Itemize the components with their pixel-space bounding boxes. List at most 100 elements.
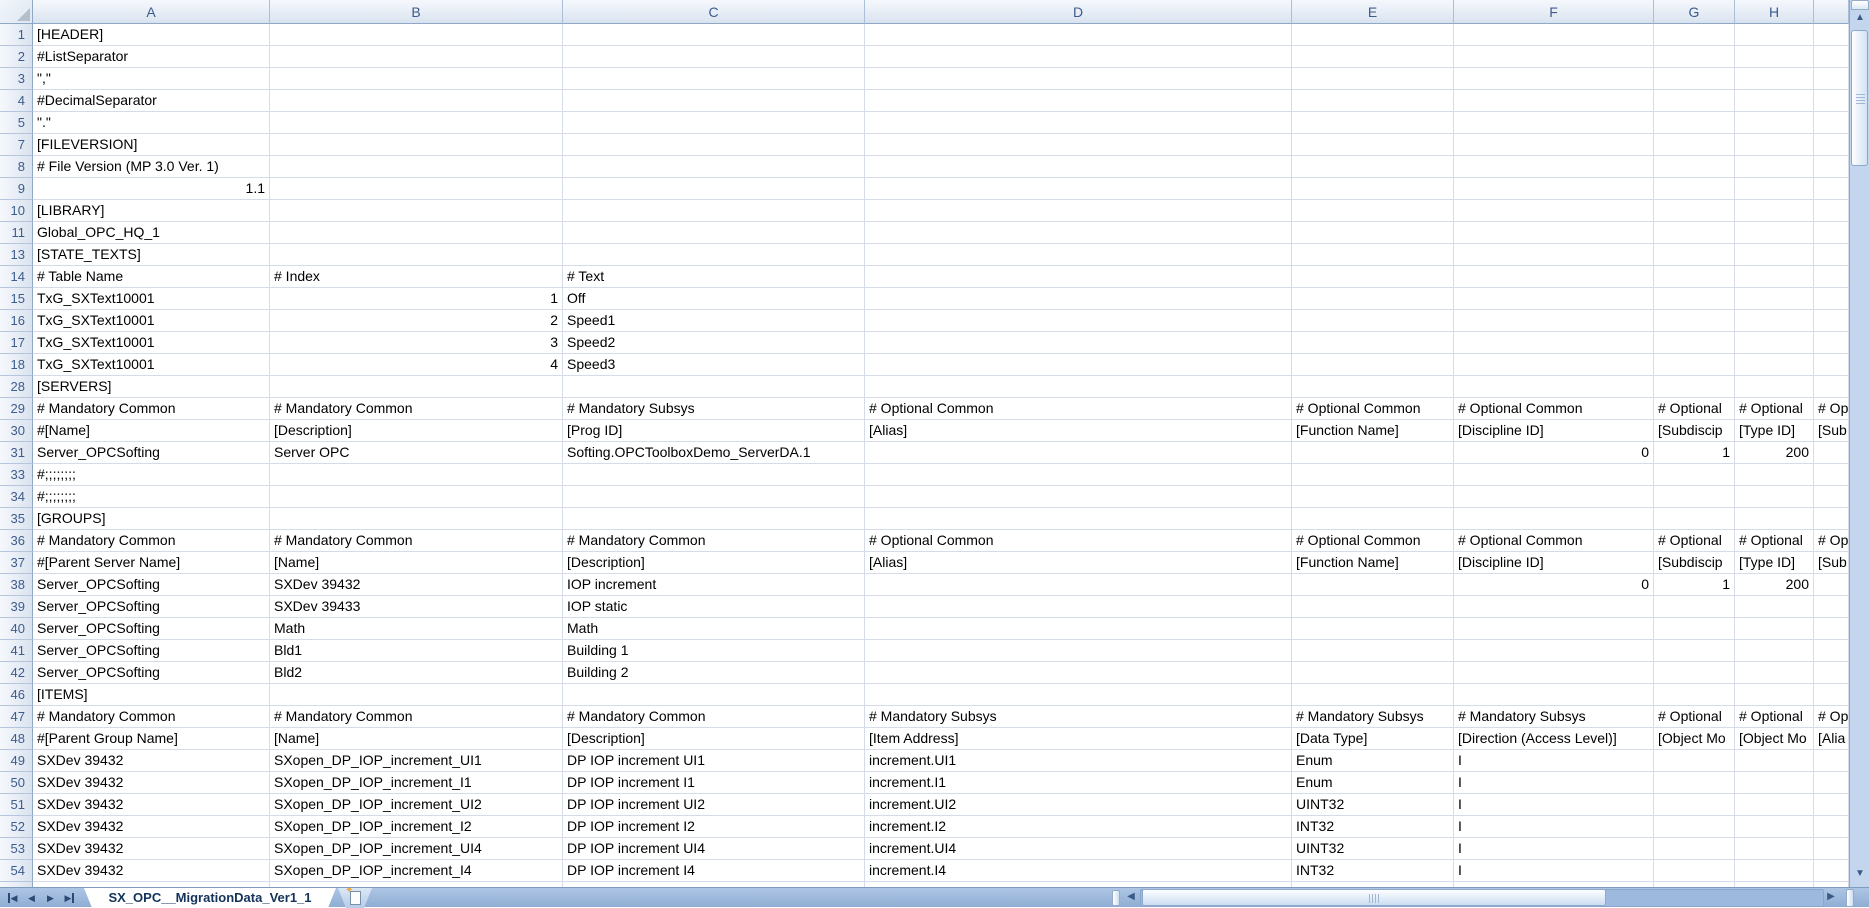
- column-header-C[interactable]: C: [563, 0, 865, 24]
- cell-I1[interactable]: [1814, 24, 1849, 46]
- cell-C49[interactable]: DP IOP increment UI1: [563, 750, 865, 772]
- cell-H17[interactable]: [1735, 332, 1814, 354]
- cell-B38[interactable]: SXDev 39432: [270, 574, 563, 596]
- cell-I31[interactable]: [1814, 442, 1849, 464]
- cell-F48[interactable]: [Direction (Access Level)]: [1454, 728, 1654, 750]
- cell-I33[interactable]: [1814, 464, 1849, 486]
- cell-H7[interactable]: [1735, 134, 1814, 156]
- cell-C36[interactable]: # Mandatory Common: [563, 530, 865, 552]
- row-header-52[interactable]: 52: [0, 816, 33, 838]
- cell-E1[interactable]: [1292, 24, 1454, 46]
- column-header-H[interactable]: H: [1735, 0, 1814, 24]
- cell-F10[interactable]: [1454, 200, 1654, 222]
- row-header-47[interactable]: 47: [0, 706, 33, 728]
- cell-D54[interactable]: increment.I4: [865, 860, 1292, 882]
- cell-H13[interactable]: [1735, 244, 1814, 266]
- cell-C14[interactable]: # Text: [563, 266, 865, 288]
- cell-F38[interactable]: 0: [1454, 574, 1654, 596]
- cell-G51[interactable]: [1654, 794, 1735, 816]
- cell-B7[interactable]: [270, 134, 563, 156]
- cell-A54[interactable]: SXDev 39432: [33, 860, 270, 882]
- cell-D53[interactable]: increment.UI4: [865, 838, 1292, 860]
- cell-D31[interactable]: [865, 442, 1292, 464]
- last-sheet-button[interactable]: ▶: [61, 890, 78, 906]
- cell-H8[interactable]: [1735, 156, 1814, 178]
- cell-D33[interactable]: [865, 464, 1292, 486]
- cell-C5[interactable]: [563, 112, 865, 134]
- cell-C29[interactable]: # Mandatory Subsys: [563, 398, 865, 420]
- cell-E53[interactable]: UINT32: [1292, 838, 1454, 860]
- cell-D14[interactable]: [865, 266, 1292, 288]
- cell-A49[interactable]: SXDev 39432: [33, 750, 270, 772]
- cell-G18[interactable]: [1654, 354, 1735, 376]
- cell-E42[interactable]: [1292, 662, 1454, 684]
- cell-B50[interactable]: SXopen_DP_IOP_increment_I1: [270, 772, 563, 794]
- cell-G10[interactable]: [1654, 200, 1735, 222]
- cell-E8[interactable]: [1292, 156, 1454, 178]
- cell-I35[interactable]: [1814, 508, 1849, 530]
- cell-E4[interactable]: [1292, 90, 1454, 112]
- cell-A53[interactable]: SXDev 39432: [33, 838, 270, 860]
- cell-A9[interactable]: 1.1: [33, 178, 270, 200]
- cell-B18[interactable]: 4: [270, 354, 563, 376]
- scrollbar-resize-grip[interactable]: [1846, 889, 1854, 907]
- cell-A2[interactable]: #ListSeparator: [33, 46, 270, 68]
- cell-G47[interactable]: # Optional: [1654, 706, 1735, 728]
- cell-H35[interactable]: [1735, 508, 1814, 530]
- cell-A46[interactable]: [ITEMS]: [33, 684, 270, 706]
- cell-G46[interactable]: [1654, 684, 1735, 706]
- cell-F40[interactable]: [1454, 618, 1654, 640]
- cell-E10[interactable]: [1292, 200, 1454, 222]
- cell-H33[interactable]: [1735, 464, 1814, 486]
- row-header-11[interactable]: 11: [0, 222, 33, 244]
- row-header-38[interactable]: 38: [0, 574, 33, 596]
- cell-C37[interactable]: [Description]: [563, 552, 865, 574]
- cell-G14[interactable]: [1654, 266, 1735, 288]
- cell-B34[interactable]: [270, 486, 563, 508]
- cell-I11[interactable]: [1814, 222, 1849, 244]
- cell-C18[interactable]: Speed3: [563, 354, 865, 376]
- cell-D35[interactable]: [865, 508, 1292, 530]
- cell-H30[interactable]: [Type ID]: [1735, 420, 1814, 442]
- cell-G50[interactable]: [1654, 772, 1735, 794]
- cell-C47[interactable]: # Mandatory Common: [563, 706, 865, 728]
- cell-I13[interactable]: [1814, 244, 1849, 266]
- cell-B10[interactable]: [270, 200, 563, 222]
- cell-E17[interactable]: [1292, 332, 1454, 354]
- cell-H4[interactable]: [1735, 90, 1814, 112]
- row-header-14[interactable]: 14: [0, 266, 33, 288]
- row-header-33[interactable]: 33: [0, 464, 33, 486]
- cell-C17[interactable]: Speed2: [563, 332, 865, 354]
- column-header-F[interactable]: F: [1454, 0, 1654, 24]
- cell-C7[interactable]: [563, 134, 865, 156]
- cell-H1[interactable]: [1735, 24, 1814, 46]
- cell-I39[interactable]: [1814, 596, 1849, 618]
- row-header-39[interactable]: 39: [0, 596, 33, 618]
- cell-G48[interactable]: [Object Mo: [1654, 728, 1735, 750]
- cell-D40[interactable]: [865, 618, 1292, 640]
- cell-E38[interactable]: [1292, 574, 1454, 596]
- cell-A16[interactable]: TxG_SXText10001: [33, 310, 270, 332]
- column-header-E[interactable]: E: [1292, 0, 1454, 24]
- cell-E40[interactable]: [1292, 618, 1454, 640]
- cell-G54[interactable]: [1654, 860, 1735, 882]
- cell-H36[interactable]: # Optional: [1735, 530, 1814, 552]
- cell-D39[interactable]: [865, 596, 1292, 618]
- cell-G42[interactable]: [1654, 662, 1735, 684]
- cell-G40[interactable]: [1654, 618, 1735, 640]
- cell-G34[interactable]: [1654, 486, 1735, 508]
- cell-B52[interactable]: SXopen_DP_IOP_increment_I2: [270, 816, 563, 838]
- column-header-G[interactable]: G: [1654, 0, 1735, 24]
- cell-A30[interactable]: #[Name]: [33, 420, 270, 442]
- cell-F36[interactable]: # Optional Common: [1454, 530, 1654, 552]
- cell-E34[interactable]: [1292, 486, 1454, 508]
- cell-H48[interactable]: [Object Mo: [1735, 728, 1814, 750]
- row-header-5[interactable]: 5: [0, 112, 33, 134]
- cell-B39[interactable]: SXDev 39433: [270, 596, 563, 618]
- cell-D52[interactable]: increment.I2: [865, 816, 1292, 838]
- cell-E37[interactable]: [Function Name]: [1292, 552, 1454, 574]
- row-header-49[interactable]: 49: [0, 750, 33, 772]
- cell-F35[interactable]: [1454, 508, 1654, 530]
- cell-A31[interactable]: Server_OPCSofting: [33, 442, 270, 464]
- cell-A13[interactable]: [STATE_TEXTS]: [33, 244, 270, 266]
